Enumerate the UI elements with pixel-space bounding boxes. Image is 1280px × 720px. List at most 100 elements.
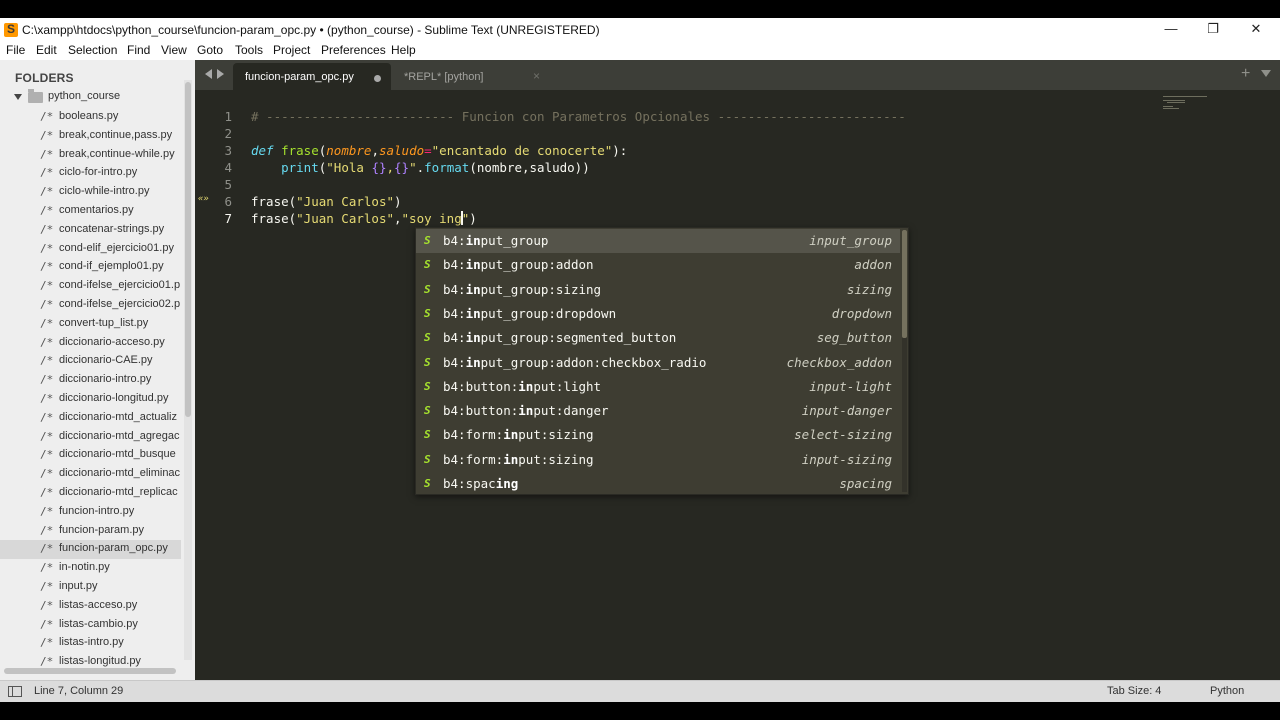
file-item[interactable]: /* funcion-param_opc.py <box>0 540 181 560</box>
sidebar-vertical-scrollbar[interactable] <box>184 80 192 660</box>
file-item[interactable]: /* cond-if_ejemplo01.py <box>0 258 181 277</box>
tab-scroll-left-icon[interactable] <box>205 69 212 79</box>
menu-file[interactable]: File <box>6 43 25 57</box>
sidebar-horizontal-scrollbar[interactable] <box>4 668 176 674</box>
autocomplete-item[interactable]: Sb4:input_group:sizing sizing <box>416 278 900 302</box>
new-tab-icon[interactable]: + <box>1241 65 1250 83</box>
close-window-button[interactable]: ✕ <box>1246 20 1266 38</box>
autocomplete-item[interactable]: Sb4:spacing spacing <box>416 472 900 496</box>
snippet-icon: S <box>424 306 431 320</box>
window-title: C:\xampp\htdocs\python_course\funcion-pa… <box>22 23 600 37</box>
expand-triangle-icon[interactable] <box>14 94 22 100</box>
autocomplete-scroll-thumb[interactable] <box>902 230 907 338</box>
snippet-icon: S <box>424 234 431 247</box>
tab-size-indicator[interactable]: Tab Size: 4 <box>1107 685 1161 697</box>
file-item[interactable]: /* diccionario-intro.py <box>0 371 181 390</box>
completion-trigger: b4:input_group:sizing <box>443 282 601 297</box>
file-label: booleans.py <box>59 110 119 122</box>
paren: ) <box>469 211 477 226</box>
file-item[interactable]: /* convert-tup_list.py <box>0 315 181 334</box>
file-item[interactable]: /* booleans.py <box>0 108 181 127</box>
menu-view[interactable]: View <box>161 43 187 57</box>
completion-description: spacing <box>839 476 892 491</box>
file-item[interactable]: /* diccionario-mtd_agregac <box>0 428 181 447</box>
autocomplete-item[interactable]: Sb4:input_group input_group <box>416 229 900 254</box>
file-item[interactable]: /* diccionario-mtd_eliminac <box>0 465 181 484</box>
tab-menu-chevron-icon[interactable] <box>1261 70 1271 77</box>
file-item[interactable]: /* cond-ifelse_ejercicio01.p <box>0 277 181 296</box>
file-item[interactable]: /* diccionario-mtd_replicac <box>0 484 181 503</box>
panel-toggle-icon[interactable] <box>8 686 22 697</box>
completion-trigger: b4:input_group <box>443 233 548 248</box>
sidebar-scroll-thumb[interactable] <box>185 82 191 417</box>
tab-repl-python[interactable]: *REPL* [python] × <box>395 63 545 90</box>
file-item[interactable]: /* funcion-intro.py <box>0 503 181 522</box>
file-item[interactable]: /* comentarios.py <box>0 202 181 221</box>
autocomplete-item[interactable]: Sb4:button:input:light input-light <box>416 375 900 399</box>
file-item[interactable]: /* diccionario-CAE.py <box>0 352 181 371</box>
autocomplete-item[interactable]: Sb4:button:input:danger input-danger <box>416 399 900 423</box>
file-item[interactable]: /* listas-acceso.py <box>0 597 181 616</box>
file-item[interactable]: /* listas-intro.py <box>0 634 181 653</box>
file-item[interactable]: /* input.py <box>0 578 181 597</box>
autocomplete-popup[interactable]: Sb4:input_group input_group Sb4:input_grou… <box>415 227 909 495</box>
tab-label: *REPL* [python] <box>404 71 484 83</box>
file-item[interactable]: /* funcion-param.py <box>0 522 181 541</box>
editor-vertical-scrollbar[interactable] <box>1267 90 1279 680</box>
code-line-3[interactable]: def frase(nombre,saludo="encantado de co… <box>251 143 627 158</box>
close-tab-icon[interactable]: × <box>533 69 540 83</box>
tab-scroll-right-icon[interactable] <box>217 69 224 79</box>
trigger-suffix: put:light <box>533 378 602 394</box>
trigger-suffix: put_group:addon <box>480 257 594 273</box>
unsaved-dot-icon[interactable] <box>374 75 381 82</box>
autocomplete-item[interactable]: Sb4:input_group:addon:checkbox_radio chec… <box>416 351 900 375</box>
autocomplete-item[interactable]: Sb4:form:input:sizing select-sizing <box>416 423 900 447</box>
menu-preferences[interactable]: Preferences <box>321 43 386 57</box>
file-comment-icon: /* <box>40 467 54 481</box>
file-label: ciclo-for-intro.py <box>59 166 138 179</box>
file-label: ciclo-while-intro.py <box>59 185 150 198</box>
trigger-match: in <box>465 305 481 321</box>
file-item[interactable]: /* in-notin.py <box>0 559 181 578</box>
autocomplete-item[interactable]: Sb4:form:input:sizing input-sizing <box>416 448 900 472</box>
file-item[interactable]: /* cond-ifelse_ejercicio02.p <box>0 296 181 315</box>
file-item[interactable]: /* diccionario-longitud.py <box>0 390 181 409</box>
file-item[interactable]: /* diccionario-acceso.py <box>0 334 181 353</box>
file-item[interactable]: /* diccionario-mtd_actualiz <box>0 409 181 428</box>
completion-description: input_group <box>809 233 892 248</box>
autocomplete-item[interactable]: Sb4:input_group:addon addon <box>416 253 900 277</box>
file-comment-icon: /* <box>40 354 54 368</box>
menu-help[interactable]: Help <box>391 43 416 57</box>
menu-project[interactable]: Project <box>273 43 310 57</box>
menu-selection[interactable]: Selection <box>68 43 117 57</box>
file-item[interactable]: /* break,continue,pass.py <box>0 127 181 146</box>
menu-goto[interactable]: Goto <box>197 43 223 57</box>
autocomplete-item[interactable]: Sb4:input_group:segmented_button seg_butt… <box>416 326 900 350</box>
code-line-1[interactable]: # ------------------------- Funcion con … <box>251 109 906 124</box>
file-comment-icon: /* <box>40 241 54 255</box>
comma: , <box>371 143 379 158</box>
menu-find[interactable]: Find <box>127 43 150 57</box>
code-line-7[interactable]: frase("Juan Carlos","soy ing") <box>251 211 477 226</box>
file-item[interactable]: /* concatenar-strings.py <box>0 221 181 240</box>
menu-edit[interactable]: Edit <box>36 43 57 57</box>
minimap[interactable] <box>1163 94 1243 118</box>
file-item[interactable]: /* diccionario-mtd_busque <box>0 446 181 465</box>
def-keyword: def <box>251 143 274 158</box>
restore-button[interactable]: ❐ <box>1203 20 1223 38</box>
autocomplete-item[interactable]: Sb4:input_group:dropdown dropdown <box>416 302 900 326</box>
file-item[interactable]: /* listas-cambio.py <box>0 616 181 635</box>
code-line-6[interactable]: frase("Juan Carlos") <box>251 194 402 209</box>
menu-tools[interactable]: Tools <box>235 43 263 57</box>
file-comment-icon: /* <box>40 636 54 650</box>
minimize-button[interactable]: — <box>1161 20 1181 38</box>
file-item[interactable]: /* cond-elif_ejercicio01.py <box>0 240 181 259</box>
tab-funcion-param-opc[interactable]: funcion-param_opc.py <box>233 63 391 90</box>
file-item[interactable]: /* break,continue-while.py <box>0 146 181 165</box>
code-line-4[interactable]: print("Hola {},{}".format(nombre,saludo)… <box>251 160 590 175</box>
file-item[interactable]: /* ciclo-for-intro.py <box>0 164 181 183</box>
file-item[interactable]: /* ciclo-while-intro.py <box>0 183 181 202</box>
autocomplete-scrollbar[interactable] <box>902 230 907 492</box>
snippet-icon: S <box>424 404 431 418</box>
syntax-indicator[interactable]: Python <box>1210 685 1244 697</box>
